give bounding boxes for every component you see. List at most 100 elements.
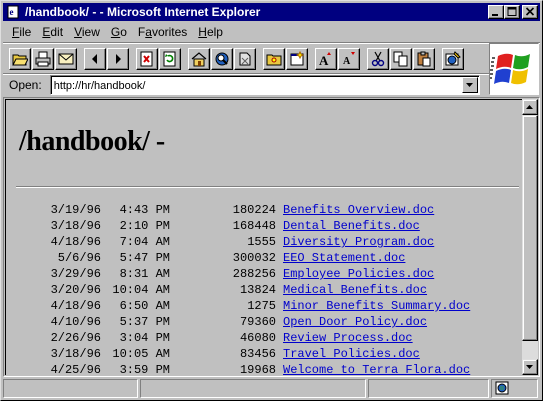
file-time: 10:04 AM (112, 283, 170, 297)
back-icon (92, 54, 97, 64)
minimize-button[interactable] (488, 5, 504, 19)
forward-button[interactable] (107, 48, 129, 70)
menu-favorites[interactable]: Favorites (133, 25, 192, 39)
menu-help[interactable]: Help (193, 25, 228, 39)
file-size: 83456 (239, 347, 276, 361)
content-area: /handbook/ - 3/19/96 4:43 PM 180224 Benefit… (3, 97, 540, 377)
font-larger-button[interactable]: A (315, 48, 337, 70)
file-date: 4/18/96 (50, 299, 101, 313)
address-field[interactable] (49, 75, 480, 95)
svg-text:A: A (319, 53, 329, 67)
font-smaller-icon: A (343, 52, 355, 67)
print-icon (35, 51, 51, 67)
file-link[interactable]: Review Process.doc (283, 331, 413, 345)
file-size: 79360 (239, 315, 276, 329)
file-size: 46080 (239, 331, 276, 345)
edit-page-icon (445, 51, 461, 66)
address-label: Open: (9, 78, 42, 92)
file-link[interactable]: Travel Policies.doc (283, 347, 420, 361)
open-button[interactable] (9, 48, 31, 70)
file-size: 1555 (247, 235, 276, 249)
favorites-button[interactable] (234, 48, 256, 70)
window-title: /handbook/ - - Microsoft Internet Explor… (25, 5, 261, 19)
file-time: 7:04 AM (119, 235, 170, 249)
mail-button[interactable] (55, 48, 77, 70)
paste-icon (417, 51, 431, 67)
status-progress-panel (140, 379, 366, 398)
favorites-icon (239, 52, 251, 66)
status-text-panel (3, 379, 138, 398)
file-date: 3/18/96 (50, 347, 101, 361)
file-link[interactable]: Medical Benefits.doc (283, 283, 427, 297)
browser-window: e /handbook/ - - Microsoft Internet Expl… (0, 0, 543, 401)
stop-icon (140, 51, 153, 67)
file-time: 4:43 PM (119, 203, 170, 217)
page-view[interactable]: /handbook/ - 3/19/96 4:43 PM 180224 Benefit… (5, 99, 523, 375)
file-time: 10:05 AM (112, 347, 170, 361)
file-link[interactable]: Benefits Overview.doc (283, 203, 434, 217)
address-input[interactable] (53, 78, 454, 93)
file-time: 6:50 AM (119, 299, 170, 313)
file-time: 5:47 PM (119, 251, 170, 265)
file-link[interactable]: Minor Benefits Summary.doc (283, 299, 470, 313)
edit-page-button[interactable] (442, 48, 464, 70)
toolbar: A A (9, 46, 465, 72)
file-date: 3/29/96 (50, 267, 101, 281)
menu-view[interactable]: View (69, 25, 105, 39)
cut-icon (371, 51, 385, 67)
file-link[interactable]: EEO Statement.doc (283, 251, 405, 265)
file-link[interactable]: Employee Policies.doc (283, 267, 434, 281)
file-size: 300032 (232, 251, 276, 265)
font-smaller-button[interactable]: A (338, 48, 360, 70)
file-time: 3:04 PM (119, 331, 170, 345)
file-link[interactable]: Welcome to Terra Flora.doc (283, 363, 470, 375)
menu-file[interactable]: File (9, 25, 36, 39)
paste-button[interactable] (413, 48, 435, 70)
address-dropdown-button[interactable] (461, 77, 478, 93)
open-icon (12, 54, 28, 66)
minimize-icon (492, 14, 498, 16)
menu-edit[interactable]: Edit (37, 25, 68, 39)
font-larger-icon: A (319, 52, 331, 67)
scroll-down-button[interactable] (522, 359, 538, 375)
file-time: 5:37 PM (119, 315, 170, 329)
file-link[interactable]: Diversity Program.doc (283, 235, 434, 249)
search-button[interactable] (211, 48, 233, 70)
refresh-icon (163, 51, 176, 67)
file-link[interactable]: Open Door Policy.doc (283, 315, 427, 329)
file-date: 5/6/96 (57, 251, 101, 265)
home-button[interactable] (188, 48, 210, 70)
file-time: 3:59 PM (119, 363, 170, 375)
search-icon (215, 52, 229, 66)
vertical-scrollbar[interactable] (522, 99, 538, 375)
back-button[interactable] (84, 48, 106, 70)
open-folder-icon (266, 54, 282, 66)
file-size: 180224 (232, 203, 276, 217)
open-folder-button[interactable] (263, 48, 285, 70)
zone-icon (495, 381, 509, 395)
status-bar (3, 379, 540, 398)
close-button[interactable] (522, 5, 538, 19)
file-size: 19968 (239, 363, 276, 375)
menu-go[interactable]: Go (106, 25, 132, 39)
scroll-up-button[interactable] (522, 99, 538, 115)
page-divider (16, 186, 519, 188)
scroll-thumb[interactable] (522, 115, 538, 341)
file-size: 288256 (232, 267, 276, 281)
file-time: 2:10 PM (119, 219, 170, 233)
arrow-up-icon (526, 105, 533, 109)
maximize-button[interactable] (504, 5, 520, 19)
file-size: 168448 (232, 219, 276, 233)
cut-button[interactable] (367, 48, 389, 70)
status-panel (368, 379, 489, 398)
new-window-button[interactable] (286, 48, 308, 70)
print-button[interactable] (32, 48, 54, 70)
file-link[interactable]: Dental Benefits.doc (283, 219, 420, 233)
file-date: 4/25/96 (50, 363, 101, 375)
refresh-button[interactable] (159, 48, 181, 70)
copy-button[interactable] (390, 48, 412, 70)
stop-button[interactable] (136, 48, 158, 70)
svg-text:A: A (343, 56, 351, 67)
status-zone-panel (491, 379, 538, 398)
title-bar[interactable]: e /handbook/ - - Microsoft Internet Expl… (3, 3, 540, 21)
